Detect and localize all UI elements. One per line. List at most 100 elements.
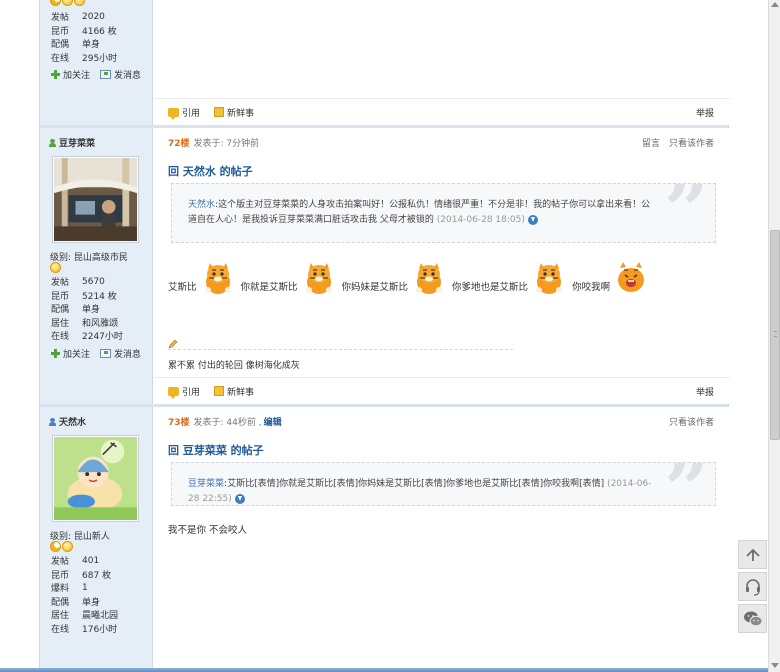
news-label: 新鲜事: [227, 108, 255, 119]
report-button[interactable]: 举报: [696, 385, 714, 398]
avatar[interactable]: [52, 156, 139, 243]
username-text: 豆芽菜菜: [59, 139, 96, 149]
stat-value: 5670: [82, 276, 105, 287]
follow-label: 加关注: [63, 71, 91, 81]
customer-service-button[interactable]: [738, 572, 767, 601]
quoted-user[interactable]: 天然水: [188, 200, 215, 210]
jump-to-quote-icon[interactable]: [527, 214, 538, 225]
user-stats: 发帖 401 昆币 687 枚 爆料 1 配偶 单身 居住 晨曦北园 在线 176小时: [51, 554, 118, 635]
forum-thread: 发帖 2020 昆币 4166 枚 配偶 单身 在线 295小时 加关注 发消息 引用 …: [39, 0, 730, 668]
post-meta: 72楼 发表于: 7分钟前 留言 只看该作者: [168, 136, 714, 149]
stat-row: 发帖 5670: [51, 275, 123, 289]
scroll-down-arrow-icon[interactable]: [771, 663, 779, 668]
stat-key: 居住: [51, 318, 70, 329]
user-icon: [49, 138, 56, 147]
user-sidebar: 豆芽菜菜 级别: 昆山高级市民 发帖 5670 昆币 5214 枚 配偶 单身 …: [40, 128, 153, 404]
quote-button[interactable]: 引用: [168, 106, 201, 120]
post-73: 天然水 级别: 昆山新人 发帖 401 昆币 687 枚 爆料 1 配偶 单身 …: [40, 407, 730, 668]
stat-key: 配偶: [51, 597, 70, 608]
report-button[interactable]: 举报: [696, 106, 714, 119]
quote-label: 引用: [182, 387, 201, 398]
stat-value: 1: [82, 582, 88, 593]
stat-row: 发帖 401: [51, 554, 118, 568]
stat-key: 发帖: [51, 557, 70, 568]
only-author-link[interactable]: 只看该作者: [669, 415, 714, 428]
wechat-button[interactable]: [738, 604, 767, 633]
follow-button[interactable]: 加关注: [51, 347, 90, 360]
stat-key: 昆币: [51, 570, 70, 581]
edit-link[interactable]: 编辑: [264, 415, 282, 428]
star-badge-icon: [62, 0, 73, 6]
message-icon: [100, 349, 112, 358]
floor-number[interactable]: 73楼: [168, 415, 190, 428]
stat-value: 176小时: [82, 624, 118, 635]
wechat-icon: [743, 611, 762, 626]
stat-value: 单身: [82, 597, 101, 608]
jump-to-quote-icon[interactable]: [234, 493, 245, 504]
moon-badge-icon: [50, 0, 61, 6]
only-author-link[interactable]: 只看该作者: [669, 136, 714, 149]
vertical-scrollbar[interactable]: [768, 0, 780, 672]
stat-key: 昆币: [51, 26, 70, 37]
send-message-button[interactable]: 发消息: [100, 68, 141, 81]
quoted-user[interactable]: 豆芽菜菜: [188, 479, 224, 489]
message-icon: [100, 70, 112, 79]
username[interactable]: 天然水: [49, 415, 86, 428]
stat-row: 配偶 单身: [51, 595, 118, 609]
quote-icon: [168, 107, 179, 120]
post-title: 回 天然水 的帖子: [168, 165, 253, 178]
taskbar-edge: [0, 668, 768, 672]
quote-mark-icon: ”: [664, 183, 709, 243]
content-text: 我不是你 不会咬人: [168, 525, 248, 536]
stat-row: 在线 176小时: [51, 622, 118, 636]
post-meta: 73楼 发表于: 44秒前 , 编辑 只看该作者: [168, 415, 714, 428]
quote-text: 这个版主对豆芽菜菜的人身攻击拍案叫好！公报私仇！情绪很严重！不分是非！我的帖子你…: [188, 200, 651, 225]
stat-row: 昆币 4166 枚: [51, 24, 117, 38]
quote-label: 引用: [182, 108, 201, 119]
signature: 累不累 付出的轮回 像树海化成灰: [168, 361, 300, 371]
avatar-image: [54, 437, 137, 520]
avatar[interactable]: [52, 435, 139, 522]
news-button[interactable]: 新鲜事: [214, 385, 254, 398]
back-to-top-button[interactable]: [738, 540, 767, 569]
scroll-up-arrow-icon[interactable]: [771, 2, 779, 7]
news-icon: [214, 107, 225, 117]
user-level: 级别: 昆山高级市民: [50, 253, 128, 263]
stat-key: 配偶: [51, 305, 70, 316]
quote-text: 艾斯比[表情]你就是艾斯比[表情]你妈妹是艾斯比[表情]你爹地也是艾斯比[表情]…: [227, 479, 605, 489]
stat-value: 687 枚: [82, 570, 112, 581]
post-main: 73楼 发表于: 44秒前 , 编辑 只看该作者 回 豆芽菜菜 的帖子 ” 豆芽…: [154, 407, 730, 668]
stat-key: 配偶: [51, 40, 70, 51]
stat-value: 401: [82, 555, 100, 566]
scrollbar-thumb[interactable]: [770, 230, 780, 440]
user-actions: 加关注 发消息: [51, 347, 141, 360]
leave-message-link[interactable]: 留言: [642, 136, 660, 149]
news-button[interactable]: 新鲜事: [214, 106, 254, 119]
stat-value: 2247小时: [82, 332, 123, 343]
customer-service-icon: [745, 578, 760, 596]
follow-button[interactable]: 加关注: [51, 68, 90, 81]
content-text: 你咬我啊: [572, 282, 611, 293]
back-to-top-icon: [745, 548, 760, 561]
user-badges: [50, 262, 61, 273]
news-icon: [214, 386, 225, 396]
send-message-button[interactable]: 发消息: [100, 347, 141, 360]
plus-icon: [51, 349, 60, 358]
user-actions: 加关注 发消息: [51, 68, 141, 81]
content-text: 你妈妹是艾斯比: [341, 282, 409, 293]
stat-key: 爆料: [51, 584, 70, 595]
post-previous: 发帖 2020 昆币 4166 枚 配偶 单身 在线 295小时 加关注 发消息 引用 …: [40, 0, 730, 125]
quote-button[interactable]: 引用: [168, 385, 201, 399]
stat-value: 单身: [82, 40, 101, 51]
quote-time: (2014-06-28 18:05): [436, 215, 525, 225]
stat-key: 昆币: [51, 291, 70, 302]
avatar-image: [54, 158, 137, 241]
star-badge-icon: [74, 0, 85, 6]
username[interactable]: 豆芽菜菜: [49, 136, 95, 149]
quote-block: ” 豆芽菜菜:艾斯比[表情]你就是艾斯比[表情]你妈妹是艾斯比[表情]你爹地也是…: [171, 462, 716, 506]
stat-row: 昆币 687 枚: [51, 568, 118, 582]
star-badge-icon: [62, 541, 73, 552]
user-badges: [50, 541, 73, 552]
floor-number[interactable]: 72楼: [168, 136, 190, 149]
stat-key: 居住: [51, 611, 70, 622]
